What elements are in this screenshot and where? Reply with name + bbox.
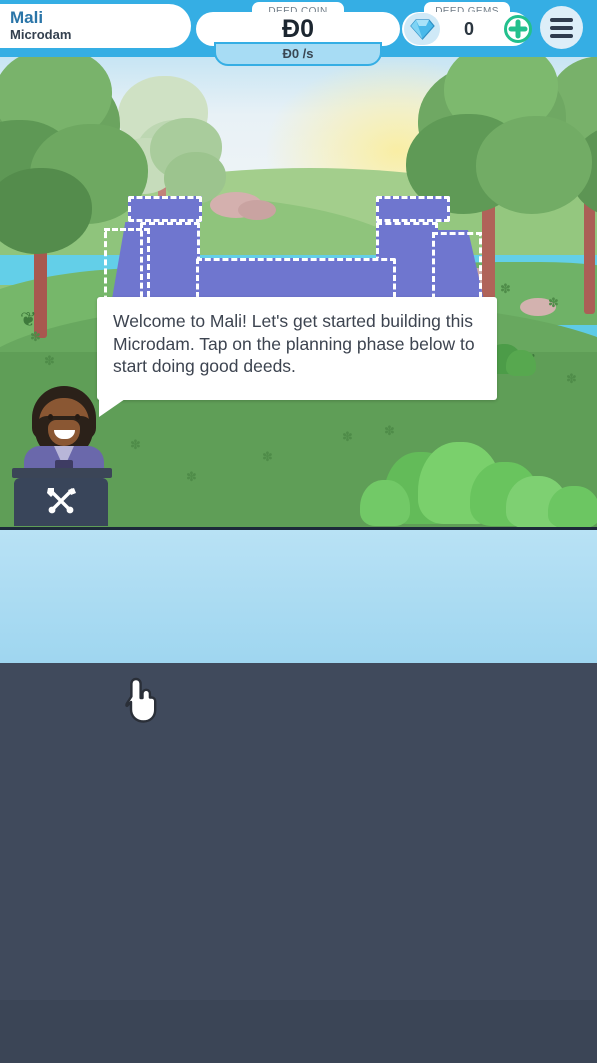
empty-phase-area: [0, 663, 597, 1000]
add-gems-button[interactable]: [504, 15, 532, 43]
game-screen: ✽ ❦ ✽ ✽ ✽ ✽ ✽ ✽ ✽ ✽ ✽ ✽ ❦: [0, 0, 597, 1063]
location-name: Mali: [10, 8, 44, 27]
menu-line: [550, 17, 573, 22]
pointing-hand-cursor: [122, 676, 162, 724]
dialogue-tail: [99, 399, 125, 417]
deed-coin-value: Ð0: [282, 15, 314, 43]
desk-top: [12, 468, 112, 478]
phase-panel-divider: [0, 527, 597, 530]
location-panel[interactable]: Mali Microdam: [0, 4, 191, 48]
wrench-hammer-icon: [44, 486, 78, 519]
diamond-icon: [404, 13, 440, 45]
deed-coin-rate-panel: Ð0 /s: [214, 42, 382, 66]
top-hud-bar: Mali Microdam DEED COIN Ð0 Ð0 /s DEED GE…: [0, 0, 597, 66]
game-scene: ✽ ❦ ✽ ✽ ✽ ✽ ✽ ✽ ✽ ✽ ✽ ✽ ❦: [0, 0, 597, 527]
location-sublabel: Microdam: [10, 27, 72, 42]
menu-line: [550, 25, 573, 30]
hamburger-menu-button[interactable]: [540, 6, 583, 49]
deed-gems-value: 0: [463, 19, 474, 39]
deed-coin-rate: Ð0 /s: [282, 46, 314, 61]
menu-line: [550, 33, 573, 38]
tutorial-message: Welcome to Mali! Let's get started build…: [113, 311, 475, 376]
phase-panel: Phase 1 Planning +Ð1 Ð 1 2 3: [0, 527, 597, 1063]
tutorial-dialogue[interactable]: Welcome to Mali! Let's get started build…: [97, 297, 497, 400]
bottom-bar: [0, 1000, 597, 1063]
tools-button[interactable]: [14, 478, 108, 526]
